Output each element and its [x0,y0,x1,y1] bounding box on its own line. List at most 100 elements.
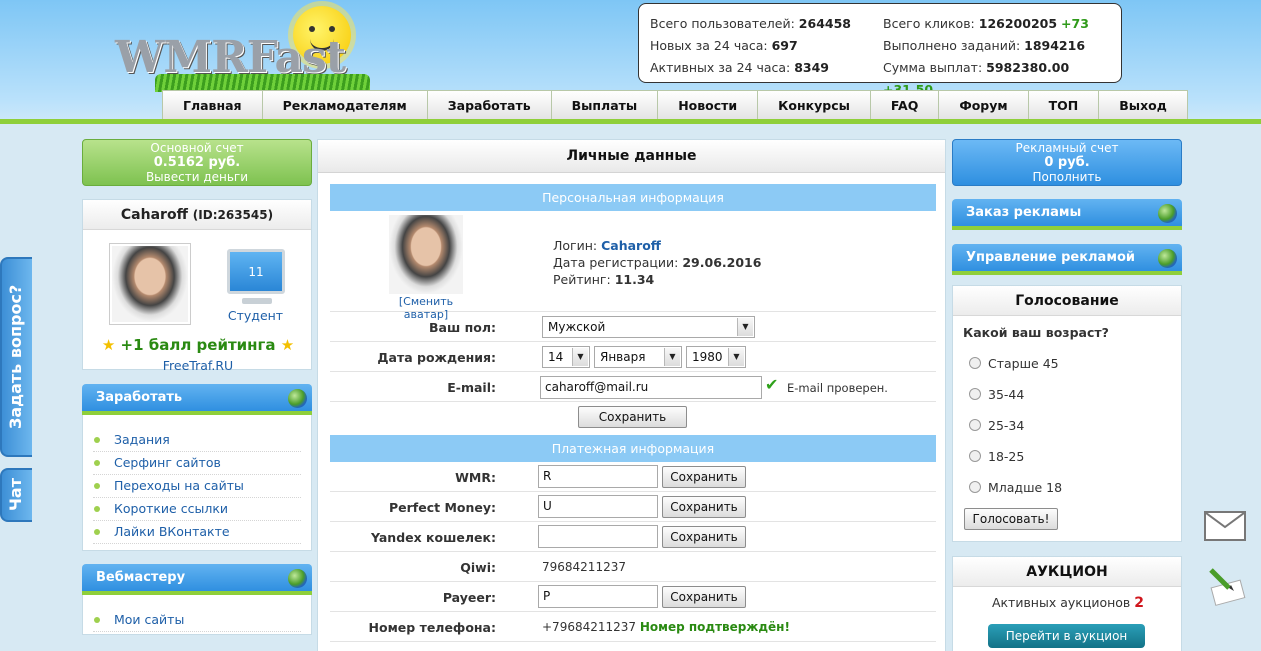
save-personal-button[interactable]: Сохранить [578,406,687,428]
birth-year-select[interactable]: 1980 ▼ [686,346,746,368]
menu-payouts[interactable]: Выплаты [550,90,659,120]
ad-account[interactable]: Рекламный счет 0 руб. Пополнить [952,139,1182,186]
payeer-field[interactable]: P [538,585,658,608]
birth-day-select[interactable]: 14 ▼ [542,346,590,368]
main-account-label: Основной счет [150,141,244,155]
qiwi-value: 79684211237 [542,560,626,574]
login-label: Логин: [553,238,598,253]
vote-radio-18-25[interactable] [969,450,981,462]
reg-date: 29.06.2016 [682,255,762,270]
auction-box: АУКЦИОН Активных аукционов 2 Перейти в а… [952,556,1182,651]
earn-box: Заработать Задания Серфинг сайтов Перехо… [82,384,312,551]
order-ads-button[interactable]: Заказ рекламы [952,199,1182,230]
save-perfect-money-button[interactable]: Сохранить [662,496,746,518]
earn-item-surfing[interactable]: Серфинг сайтов [93,452,301,475]
menu-news[interactable]: Новости [657,90,759,120]
vote-option-label: 35-44 [988,387,1025,402]
vote-title: Голосование [953,286,1181,316]
menu-faq[interactable]: FAQ [869,90,940,120]
rating-value: 11.34 [614,272,655,287]
reg-label: Дата регистрации: [553,255,679,270]
menu-top[interactable]: ТОП [1027,90,1100,120]
earn-item-short-links[interactable]: Короткие ссылки [93,498,301,521]
webmaster-item-my-sites[interactable]: Мои сайты [93,609,301,632]
vote-option-label: 18-25 [988,449,1025,464]
stat-label: Всего пользователей: [650,16,795,31]
save-wmr-button[interactable]: Сохранить [662,466,746,488]
qiwi-label: Qiwi: [460,560,496,575]
payment-row-payeer: Payeer: P Сохранить [330,582,936,612]
site-stats: Всего пользователей: 264458 Новых за 24 … [638,3,1122,97]
ad-account-balance: 0 руб. [1044,154,1090,170]
user-avatar[interactable] [109,243,191,325]
earn-item-tasks[interactable]: Задания [93,429,301,452]
site-logo[interactable]: WMRFast [115,2,375,94]
earn-item-transitions[interactable]: Переходы на сайты [93,475,301,498]
vote-option-label: Младше 18 [988,480,1063,495]
vote-radio-35-44[interactable] [969,388,981,400]
main-menu: Главная Рекламодателям Заработать Выплат… [162,90,1188,120]
menu-forum[interactable]: Форум [938,90,1029,120]
withdraw-link[interactable]: Вывести деньги [83,170,311,185]
stat-label: Выполнено заданий: [883,38,1021,53]
gender-row: Ваш пол: Мужской ▼ [330,312,936,342]
perfect-money-field[interactable]: U [538,495,658,518]
payment-row-pm: Perfect Money: U Сохранить [330,492,936,522]
menu-advertisers[interactable]: Рекламодателям [261,90,428,120]
phone-label: Номер телефона: [368,620,496,635]
vote-box: Голосование Какой ваш возраст? Старше 45… [952,285,1182,542]
birthdate-label: Дата рождения: [377,350,496,365]
vote-option-label: Старше 45 [988,356,1059,371]
earn-list: Задания Серфинг сайтов Переходы на сайты… [82,415,312,551]
star-icon: ★ [280,336,295,354]
chevron-down-icon: ▼ [664,348,680,366]
main-account[interactable]: Основной счет 0.5162 руб. Вывести деньги [82,139,312,186]
wmr-field[interactable]: R [538,465,658,488]
chat-tab[interactable]: Чат [0,468,32,522]
new-users: 697 [771,38,798,53]
mail-icon[interactable] [1204,511,1246,541]
menu-earn[interactable]: Заработать [426,90,552,120]
menu-logout[interactable]: Выход [1098,90,1188,120]
save-row: Сохранить [330,402,936,434]
earn-item-vk-likes[interactable]: Лайки ВКонтакте [93,521,301,544]
webmaster-title[interactable]: Вебмастеру [82,564,312,595]
menu-contests[interactable]: Конкурсы [757,90,871,120]
left-column: Основной счет 0.5162 руб. Вывести деньги… [82,139,312,635]
earn-title[interactable]: Заработать [82,384,312,415]
top-up-link[interactable]: Пополнить [953,170,1181,185]
email-row: E-mail: caharoff@mail.ru ✔ E-mail провер… [330,372,936,402]
page-title: Личные данные [318,140,945,173]
payment-row-qiwi: Qiwi: 79684211237 [330,552,936,582]
stat-label: Новых за 24 часа: [650,38,768,53]
birthdate-row: Дата рождения: 14 ▼ Января ▼ 1980 ▼ [330,342,936,372]
freetraf-link[interactable]: FreeTraf.RU [83,358,313,373]
user-status[interactable]: Студент [213,308,298,323]
gender-select[interactable]: Мужской ▼ [542,316,755,338]
yandex-field[interactable] [538,525,658,548]
user-id: (ID:263545) [192,208,274,222]
rating-bonus-text: +1 балл рейтинга [120,336,276,354]
go-to-auction-button[interactable]: Перейти в аукцион [988,624,1145,648]
menu-home[interactable]: Главная [162,90,263,120]
auction-count: 2 [1134,595,1145,611]
stat-label: Сумма выплат: [883,60,983,75]
vote-radio-under-18[interactable] [969,481,981,493]
webmaster-box: Вебмастеру Мои сайты [82,564,312,635]
active-users: 8349 [794,60,830,75]
rating-bonus[interactable]: ★ +1 балл рейтинга ★ [83,336,313,354]
vote-radio-over-45[interactable] [969,357,981,369]
center-panel: Личные данные Персональная информация [С… [317,139,946,651]
profile-info: Логин: Caharoff Дата регистрации: 29.06.… [553,237,761,288]
email-field[interactable]: caharoff@mail.ru [540,376,762,399]
save-yandex-button[interactable]: Сохранить [662,526,746,548]
vote-button[interactable]: Голосовать! [964,508,1058,530]
manage-ads-button[interactable]: Управление рекламой [952,244,1182,275]
ask-question-tab[interactable]: Задать вопрос? [0,257,32,457]
chevron-down-icon: ▼ [737,318,753,336]
stat-label: Всего кликов: [883,16,975,31]
vote-radio-25-34[interactable] [969,419,981,431]
birth-month-select[interactable]: Января ▼ [594,346,682,368]
pencil-icon[interactable] [1207,566,1247,606]
save-payeer-button[interactable]: Сохранить [662,586,746,608]
